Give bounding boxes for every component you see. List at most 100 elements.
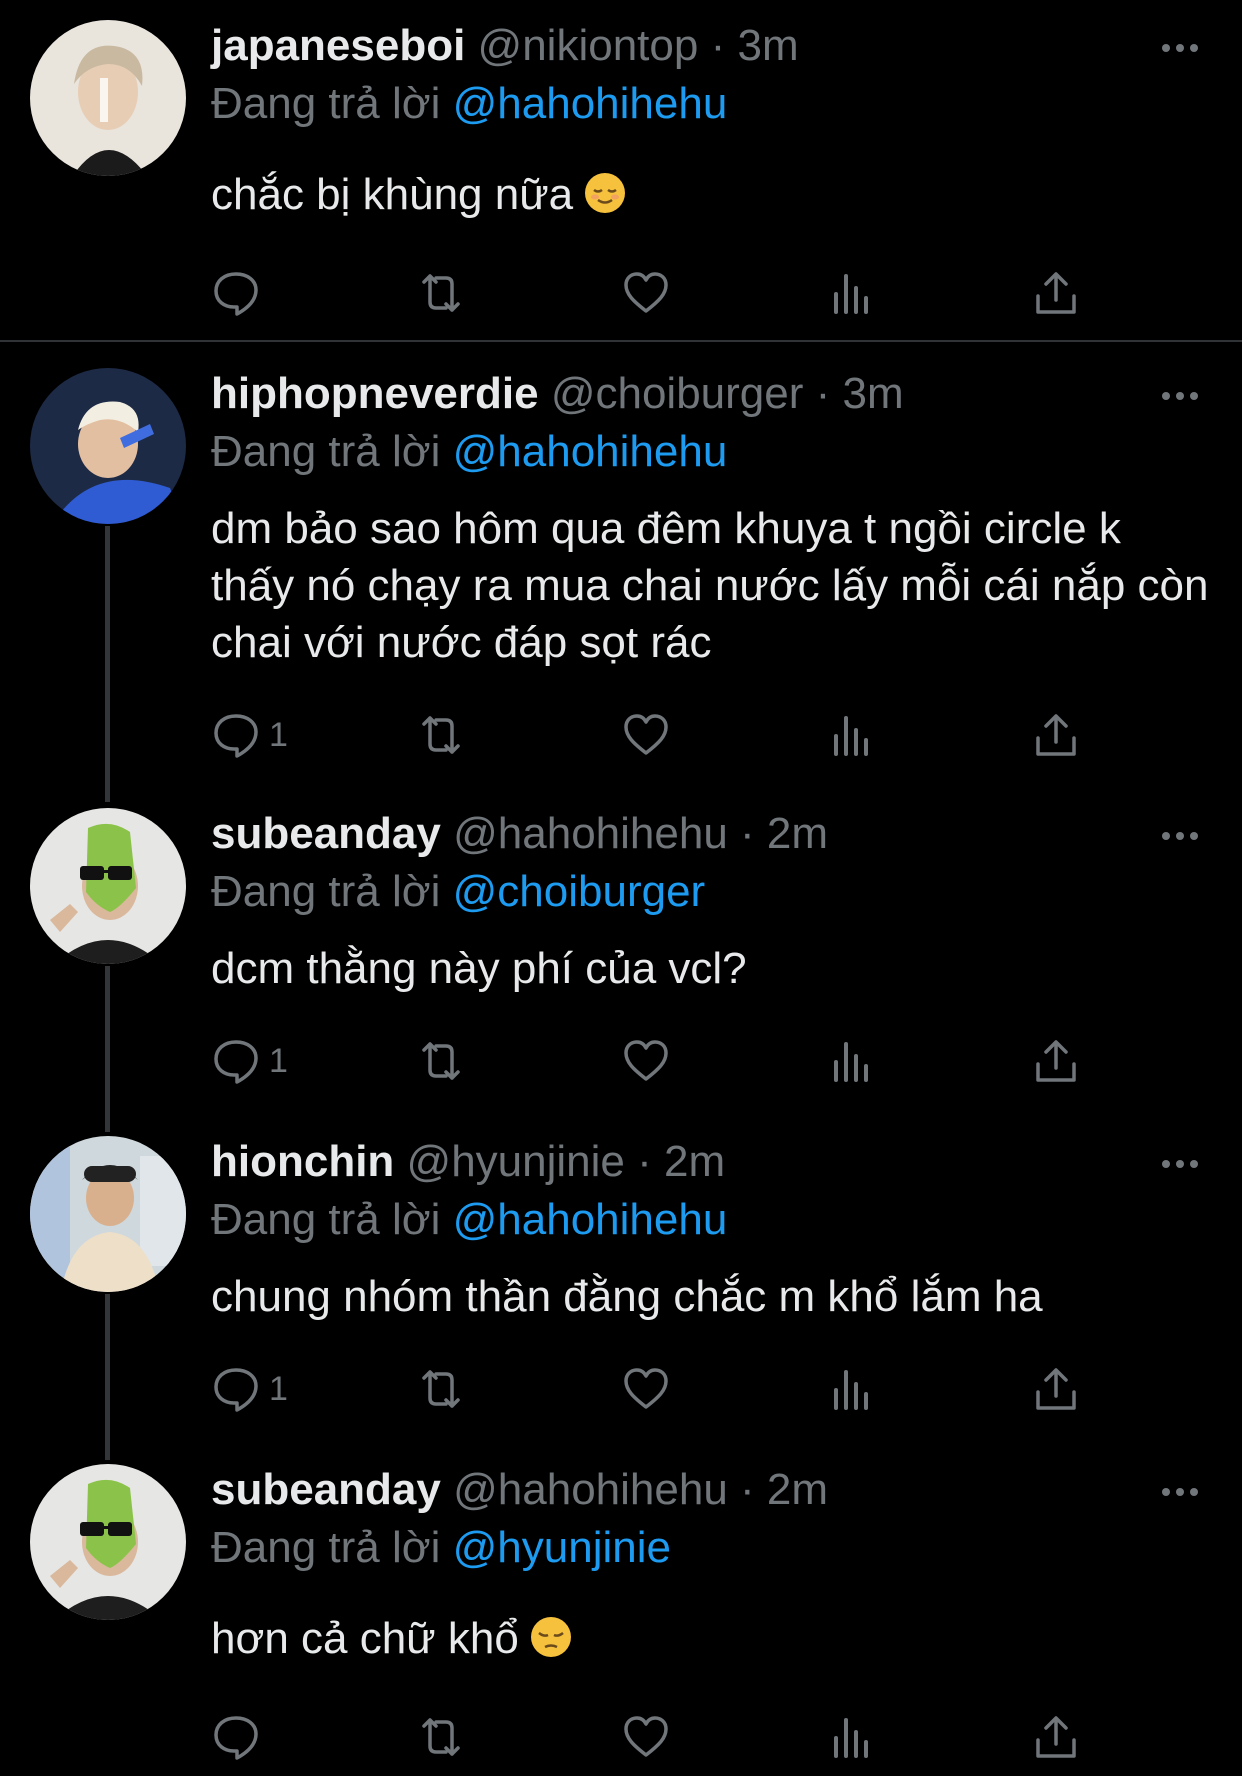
timestamp[interactable]: 3m: [737, 21, 798, 70]
retweet-icon: [422, 1718, 460, 1756]
tweet-actions: [211, 268, 1111, 318]
retweet-icon: [422, 274, 460, 312]
views-icon: [834, 274, 868, 314]
display-name[interactable]: hionchin: [211, 1137, 394, 1186]
more-options-icon[interactable]: [1158, 1482, 1202, 1502]
retweet-button[interactable]: [416, 1712, 466, 1762]
separator-dot: ·: [815, 369, 831, 418]
share-button[interactable]: [1031, 710, 1081, 760]
user-handle[interactable]: @hyunjinie: [407, 1137, 625, 1186]
avatar[interactable]: [30, 368, 186, 524]
reply-button[interactable]: 1: [211, 1364, 288, 1414]
replying-to: Đang trả lời @hahohihehu: [211, 76, 727, 132]
reply-icon: [214, 1040, 258, 1084]
reply-icon: [214, 1716, 258, 1760]
share-icon: [1036, 1040, 1076, 1082]
share-icon: [1036, 1716, 1076, 1758]
timestamp[interactable]: 2m: [767, 809, 828, 858]
tweet-text-content: dm bảo sao hôm qua đêm khuya t ngồi circ…: [211, 504, 1209, 667]
thread-connector: [105, 966, 110, 1132]
mention-link[interactable]: @hahohihehu: [453, 427, 728, 476]
heart-icon: [624, 1716, 668, 1757]
views-button[interactable]: [826, 710, 876, 760]
display-name[interactable]: subeanday: [211, 1465, 441, 1514]
avatar[interactable]: [30, 1464, 186, 1620]
avatar[interactable]: [30, 1136, 186, 1292]
relieved-face-emoji-icon: [583, 171, 627, 215]
tweet-text: hơn cả chữ khổ: [211, 1610, 1211, 1667]
avatar[interactable]: [30, 808, 186, 964]
views-button[interactable]: [826, 1364, 876, 1414]
like-button[interactable]: [621, 1364, 671, 1414]
separator-dot: ·: [710, 21, 726, 70]
display-name[interactable]: hiphopneverdie: [211, 369, 539, 418]
replying-to-label: Đang trả lời: [211, 79, 441, 128]
more-options-icon[interactable]: [1158, 826, 1202, 846]
avatar[interactable]: [30, 20, 186, 176]
tweet-actions: 1: [211, 710, 1111, 760]
retweet-button[interactable]: [416, 710, 466, 760]
like-button[interactable]: [621, 710, 671, 760]
tweet-actions: [211, 1712, 1111, 1762]
tweet-actions: 1: [211, 1364, 1111, 1414]
tweet-text: chung nhóm thần đằng chắc m khổ lắm ha: [211, 1268, 1211, 1325]
tweet-text: dm bảo sao hôm qua đêm khuya t ngồi circ…: [211, 500, 1211, 671]
retweet-button[interactable]: [416, 1036, 466, 1086]
tweet-text: dcm thằng này phí của vcl?: [211, 940, 1211, 997]
mention-link[interactable]: @hyunjinie: [453, 1523, 671, 1572]
views-button[interactable]: [826, 1712, 876, 1762]
like-button[interactable]: [621, 1712, 671, 1762]
separator-dot: ·: [740, 1465, 755, 1514]
tweet-actions: 1: [211, 1036, 1111, 1086]
timestamp[interactable]: 2m: [767, 1465, 828, 1514]
more-options-icon[interactable]: [1158, 386, 1202, 406]
share-button[interactable]: [1031, 1036, 1081, 1086]
user-handle[interactable]: @hahohihehu: [453, 809, 728, 858]
reply-button[interactable]: [211, 268, 269, 318]
reply-button[interactable]: [211, 1712, 269, 1762]
like-button[interactable]: [621, 1036, 671, 1086]
reply-count: 1: [269, 1042, 288, 1080]
heart-icon: [624, 1040, 668, 1081]
share-button[interactable]: [1031, 1364, 1081, 1414]
more-options-icon[interactable]: [1158, 1154, 1202, 1174]
reply-count: 1: [269, 716, 288, 754]
share-icon: [1036, 1368, 1076, 1410]
timestamp[interactable]: 2m: [664, 1137, 725, 1186]
views-button[interactable]: [826, 1036, 876, 1086]
mention-link[interactable]: @choiburger: [453, 867, 706, 916]
mention-link[interactable]: @hahohihehu: [453, 79, 728, 128]
like-button[interactable]: [621, 268, 671, 318]
replying-to: Đang trả lời @hahohihehu: [211, 424, 727, 480]
user-handle[interactable]: @hahohihehu: [453, 1465, 728, 1514]
pensive-face-emoji-icon: [529, 1615, 573, 1659]
separator-dot: ·: [740, 809, 755, 858]
mention-link[interactable]: @hahohihehu: [453, 1195, 728, 1244]
views-button[interactable]: [826, 268, 876, 318]
replying-to: Đang trả lời @choiburger: [211, 864, 705, 920]
timestamp[interactable]: 3m: [843, 369, 904, 418]
retweet-button[interactable]: [416, 1364, 466, 1414]
display-name[interactable]: japaneseboi: [211, 21, 465, 70]
retweet-icon: [422, 716, 460, 754]
heart-icon: [624, 714, 668, 755]
reply-button[interactable]: 1: [211, 1036, 288, 1086]
reply-icon: [214, 714, 258, 758]
display-name[interactable]: subeanday: [211, 809, 441, 858]
views-icon: [834, 716, 868, 756]
reply-button[interactable]: 1: [211, 710, 288, 760]
share-button[interactable]: [1031, 268, 1081, 318]
reply-count: 1: [269, 1370, 288, 1408]
reply-thread: japaneseboi @nikiontop · 3m Đang trả lời…: [0, 0, 1242, 1776]
user-handle[interactable]: @choiburger: [551, 369, 804, 418]
more-options-icon[interactable]: [1158, 38, 1202, 58]
thread-connector: [105, 526, 110, 802]
user-handle[interactable]: @nikiontop: [478, 21, 699, 70]
retweet-button[interactable]: [416, 268, 466, 318]
share-icon: [1036, 272, 1076, 314]
tweet-text: chắc bị khùng nữa: [211, 166, 1211, 223]
share-button[interactable]: [1031, 1712, 1081, 1762]
retweet-icon: [422, 1042, 460, 1080]
separator-dot: ·: [637, 1137, 652, 1186]
tweet-text-content: hơn cả chữ khổ: [211, 1614, 519, 1663]
